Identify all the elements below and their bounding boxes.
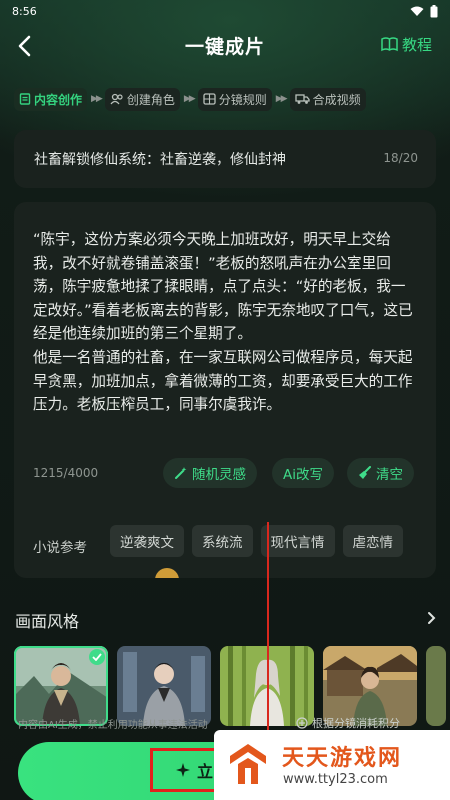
- chevron-right-icon: [428, 612, 436, 624]
- step-label: 分镜规则: [218, 92, 267, 107]
- wifi-icon: [410, 6, 424, 16]
- clear-button[interactable]: 清空: [347, 458, 414, 488]
- header: 一键成片 教程: [0, 28, 450, 64]
- sparkle-icon: [176, 763, 190, 777]
- style-more-button[interactable]: [427, 610, 436, 629]
- generate-button-highlight[interactable]: 立: [150, 748, 224, 792]
- style-section-title: 画面风格: [15, 612, 80, 631]
- tutorial-label: 教程: [401, 36, 432, 54]
- points-icon: [296, 717, 308, 729]
- content-textarea[interactable]: “陈宇，这份方案必须今天晚上加班改好，明天早上交给我，改不好就卷铺盖滚蛋！”老板…: [33, 228, 418, 440]
- title-char-count: 18/20: [383, 151, 418, 165]
- step-label: 合成视频: [312, 92, 361, 107]
- reference-tags: 逆袭爽文 系统流 现代言情 虐恋情: [110, 525, 403, 557]
- reference-tag[interactable]: 逆袭爽文: [110, 525, 184, 557]
- step-create-character[interactable]: 创建角色: [104, 87, 180, 111]
- ai-rewrite-label: Ai改写: [283, 467, 323, 483]
- title-input-value: 社畜解锁修仙系统：社畜逆袭，修仙封神: [34, 152, 286, 168]
- magic-wand-icon: [175, 467, 187, 479]
- style-thumbnail[interactable]: [323, 646, 417, 726]
- content-char-count: 1215/4000: [33, 466, 99, 480]
- reference-tag[interactable]: 系统流: [192, 525, 253, 557]
- broom-icon: [359, 466, 371, 479]
- ai-disclaimer: 内容由AI生成，禁止利用功能从事违法活动: [18, 720, 208, 731]
- truck-icon: [294, 94, 310, 104]
- random-inspiration-label: 随机灵感: [192, 467, 246, 483]
- reference-label: 小说参考: [33, 540, 87, 556]
- step-arrow-icon: ▶▶: [183, 94, 196, 104]
- points-note-label: 根据分镜消耗积分: [312, 717, 400, 730]
- content-editor: “陈宇，这份方案必须今天晚上加班改好，明天早上交给我，改不好就卷铺盖滚蛋！”老板…: [14, 202, 436, 578]
- status-icons: [410, 4, 438, 18]
- tutorial-link[interactable]: 教程: [381, 34, 432, 55]
- style-thumbnail[interactable]: [14, 646, 108, 726]
- partial-thumbnail-image: [426, 646, 446, 726]
- step-compose-video[interactable]: 合成视频: [289, 87, 366, 111]
- step-content-creation[interactable]: 内容创作: [14, 87, 88, 111]
- annotation-line: [267, 522, 269, 748]
- people-icon: [110, 93, 123, 105]
- loading-indicator-icon: [155, 568, 179, 578]
- step-storyboard-rules[interactable]: 分镜规则: [197, 87, 272, 111]
- watermark-name: 天天游戏网: [282, 746, 403, 771]
- checkmark-icon: [89, 649, 105, 665]
- book-icon: [381, 37, 398, 52]
- reference-tag[interactable]: 虐恋情: [342, 525, 403, 557]
- status-bar: 8:56: [0, 0, 450, 22]
- generate-button-label: 立: [197, 762, 214, 781]
- title-input[interactable]: 社畜解锁修仙系统：社畜逆袭，修仙封神 18/20: [14, 130, 436, 188]
- reference-tag[interactable]: 现代言情: [260, 525, 335, 557]
- style-thumbnail[interactable]: [117, 646, 211, 726]
- clear-label: 清空: [376, 467, 403, 483]
- random-inspiration-button[interactable]: 随机灵感: [163, 458, 257, 488]
- watermark-url: www.ttyl23.com: [283, 772, 388, 787]
- style-thumbnail[interactable]: [426, 646, 446, 726]
- battery-icon: [430, 4, 438, 17]
- village-scene-image: [323, 646, 417, 726]
- status-time: 8:56: [12, 4, 37, 18]
- style-thumbnail-list: [14, 646, 446, 726]
- step-label: 创建角色: [126, 92, 175, 107]
- step-arrow-icon: ▶▶: [91, 94, 103, 104]
- step-arrow-icon: ▶▶: [275, 94, 288, 104]
- document-icon: [19, 93, 31, 105]
- step-label: 内容创作: [34, 92, 83, 107]
- ai-rewrite-button[interactable]: Ai改写: [272, 458, 334, 488]
- points-note: 根据分镜消耗积分: [296, 715, 400, 731]
- modern-portrait-image: [117, 646, 211, 726]
- step-indicator: 内容创作 ▶▶ 创建角色 ▶▶ 分镜规则 ▶▶ 合成视频: [14, 86, 450, 112]
- watermark-logo-icon: [230, 744, 266, 784]
- storyboard-icon: [203, 93, 216, 105]
